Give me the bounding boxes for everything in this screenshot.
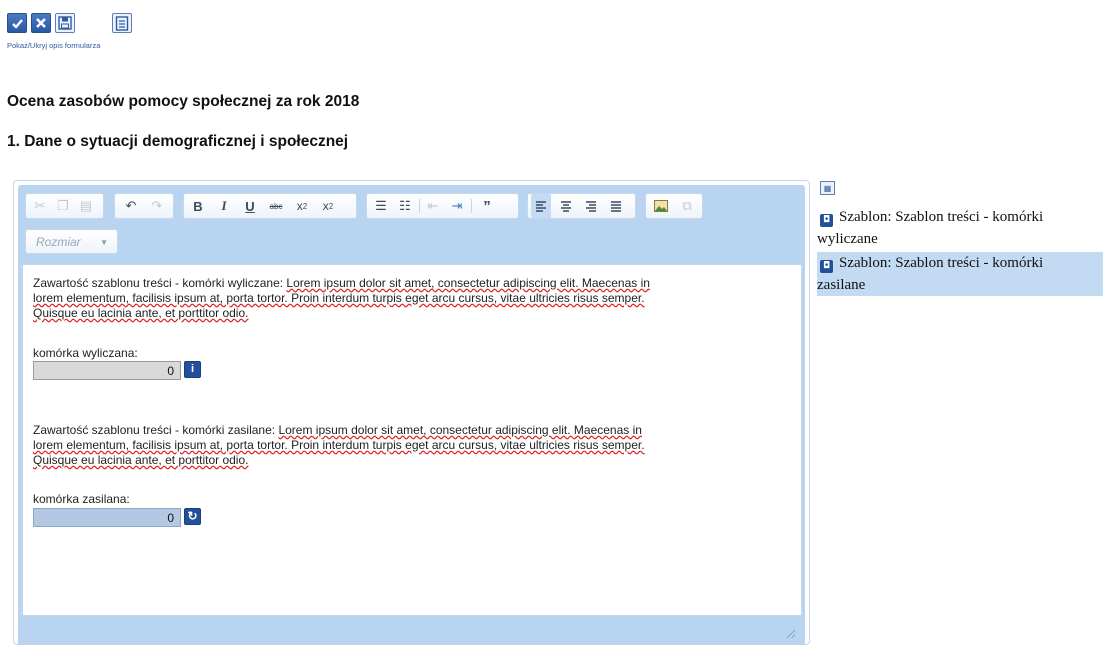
- redo-icon[interactable]: ↷: [147, 194, 167, 218]
- subscript-icon[interactable]: x2: [292, 194, 312, 218]
- form-description-icon: [115, 15, 129, 31]
- lorem-text: Lorem ipsum dolor sit amet, consectetur …: [286, 276, 650, 290]
- strikethrough-icon[interactable]: abc: [266, 194, 286, 218]
- alignment-toolbar-group: [527, 193, 636, 219]
- check-icon: [11, 18, 23, 29]
- fed-cell-label: komórka zasilana:: [33, 492, 130, 506]
- chevron-down-icon: ▼: [100, 238, 108, 247]
- font-size-combo-label: Rozmiar: [36, 235, 81, 249]
- basic-styles-toolbar-group: B I U abc x2 x2: [183, 193, 357, 219]
- accept-button[interactable]: [7, 13, 27, 33]
- resize-handle-icon[interactable]: [786, 629, 795, 638]
- align-right-icon[interactable]: [581, 194, 601, 218]
- numbered-list-icon[interactable]: ☰: [371, 194, 391, 218]
- paragraph-intro: Zawartość szablonu treści - komórki zasi…: [33, 423, 276, 437]
- underline-icon[interactable]: U: [240, 194, 260, 218]
- paragraph-intro: Zawartość szablonu treści - komórki wyli…: [33, 276, 284, 290]
- fed-cell-field[interactable]: 0: [33, 508, 181, 527]
- template-item-label-cont: zasilane: [817, 277, 866, 293]
- cancel-button[interactable]: [31, 13, 51, 33]
- paragraph-toolbar-group: ☰ ☷ ⇤ ⇥ ”: [366, 193, 519, 219]
- indent-icon[interactable]: ⇥: [447, 194, 467, 218]
- lorem-text: Quisque eu lacinia ante, et porttitor od…: [33, 453, 249, 467]
- template-item-label: Szablon: Szablon treści - komórki: [839, 255, 1044, 271]
- template-paragraph: Zawartość szablonu treści - komórki wyli…: [33, 276, 773, 321]
- bulleted-list-icon[interactable]: ☷: [395, 194, 415, 218]
- save-icon: [58, 16, 72, 30]
- info-icon[interactable]: i: [184, 361, 201, 378]
- template-paragraph: Zawartość szablonu treści - komórki zasi…: [33, 423, 773, 468]
- editor-chrome: ✂ ❐ ▤ ↶ ↷ B I U abc x2 x2 ☰ ☷ ⇤ ⇥ ” ⧉ Ro…: [18, 185, 805, 644]
- section-title: 1. Dane o sytuacji demograficznej i społ…: [7, 133, 349, 150]
- image-icon[interactable]: [651, 194, 671, 218]
- history-toolbar-group: ↶ ↷: [114, 193, 174, 219]
- align-center-icon[interactable]: [556, 194, 576, 218]
- template-item-fed[interactable]: ◘ Szablon: Szablon treści - komórki zasil…: [817, 252, 1103, 296]
- editor-content-area[interactable]: Zawartość szablonu treści - komórki wyli…: [22, 264, 802, 616]
- toggle-description-label[interactable]: Pokaż/Ukryj opis formularza: [7, 41, 100, 50]
- paste-icon[interactable]: ▤: [76, 194, 96, 218]
- insert-toolbar-group: ⧉: [645, 193, 703, 219]
- superscript-icon[interactable]: x2: [318, 194, 338, 218]
- template-item-calculated[interactable]: ◘ Szablon: Szablon treści - komórki wylic…: [817, 206, 1103, 250]
- templates-icon[interactable]: ⧉: [677, 194, 697, 218]
- copy-icon[interactable]: ❐: [53, 194, 73, 218]
- lorem-text: Quisque eu lacinia ante, et porttitor od…: [33, 306, 249, 320]
- calculated-cell-label: komórka wyliczana:: [33, 346, 138, 360]
- lorem-text: lorem elementum, facilisis ipsum at, por…: [33, 291, 645, 305]
- justify-icon[interactable]: [606, 194, 626, 218]
- outdent-icon[interactable]: ⇤: [423, 194, 443, 218]
- close-icon: [36, 18, 46, 28]
- blockquote-icon[interactable]: ”: [477, 194, 497, 218]
- align-left-icon[interactable]: [531, 194, 551, 218]
- template-item-label: Szablon: Szablon treści - komórki: [839, 209, 1044, 225]
- italic-icon[interactable]: I: [214, 194, 234, 218]
- bold-icon[interactable]: B: [188, 194, 208, 218]
- template-icon: ◘: [820, 260, 833, 273]
- toggle-form-description-button[interactable]: [112, 13, 132, 33]
- lorem-text: Lorem ipsum dolor sit amet, consectetur …: [278, 423, 642, 437]
- font-size-combo[interactable]: Rozmiar ▼: [25, 229, 118, 254]
- save-button[interactable]: [55, 13, 75, 33]
- template-item-label-cont: wyliczane: [817, 231, 878, 247]
- cut-icon[interactable]: ✂: [30, 194, 50, 218]
- rich-text-editor: ✂ ❐ ▤ ↶ ↷ B I U abc x2 x2 ☰ ☷ ⇤ ⇥ ” ⧉ Ro…: [13, 180, 810, 645]
- undo-icon[interactable]: ↶: [121, 194, 141, 218]
- template-icon: ◘: [820, 214, 833, 227]
- clipboard-toolbar-group: ✂ ❐ ▤: [25, 193, 104, 219]
- calculated-cell-field[interactable]: 0: [33, 361, 181, 380]
- lorem-text: lorem elementum, facilisis ipsum at, por…: [33, 438, 645, 452]
- refresh-icon[interactable]: ↻: [184, 508, 201, 525]
- panel-header-icon[interactable]: ▦: [820, 181, 835, 195]
- page-title: Ocena zasobów pomocy społecznej za rok 2…: [7, 93, 360, 110]
